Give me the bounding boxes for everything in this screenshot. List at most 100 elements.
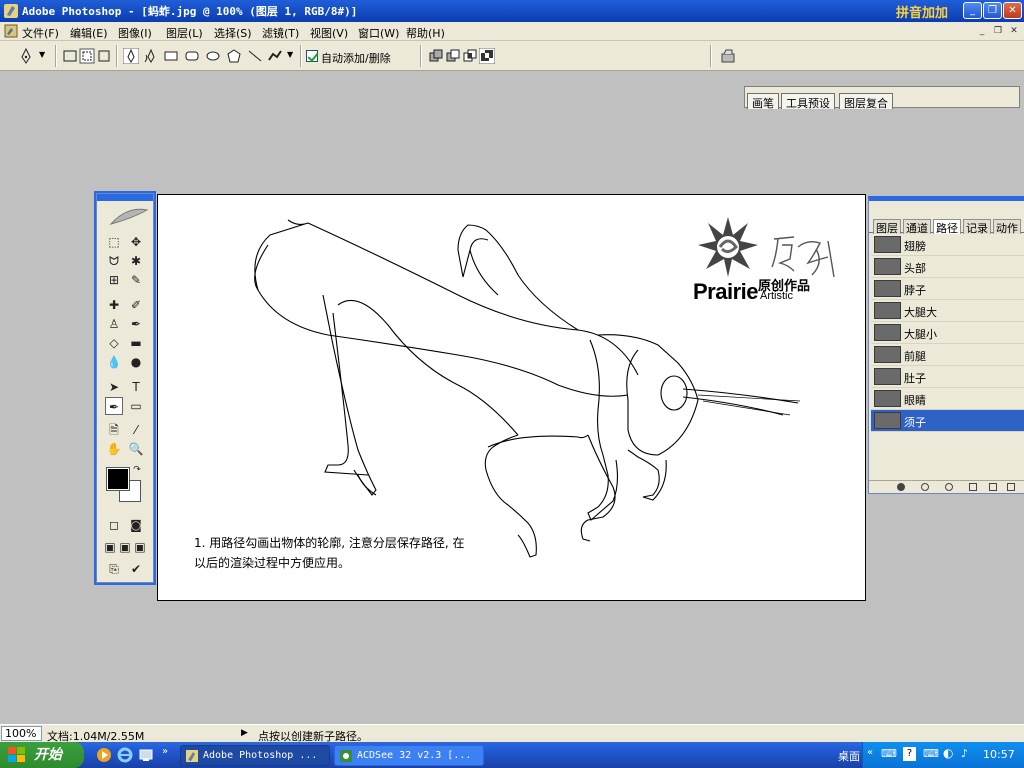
ie-icon[interactable]: [117, 747, 133, 763]
menu-file[interactable]: 文件(F): [22, 25, 59, 41]
pen-tool-preset-icon[interactable]: [18, 48, 34, 64]
intersect-path-area-icon[interactable]: [462, 48, 478, 64]
pen-icon[interactable]: [123, 48, 139, 64]
path-row[interactable]: 大腿大: [871, 300, 1024, 322]
path-row[interactable]: 头部: [871, 256, 1024, 278]
load-as-selection-icon[interactable]: [945, 483, 953, 491]
dodge-tool-icon[interactable]: ●: [127, 353, 145, 371]
doc-minimize-button[interactable]: _: [975, 25, 989, 38]
task-photoshop[interactable]: Adobe Photoshop ...: [180, 745, 330, 766]
magic-wand-icon[interactable]: ✱: [127, 252, 145, 270]
screen-mode-menu-icon[interactable]: ▣: [118, 538, 132, 556]
network-icon[interactable]: ⌨: [923, 747, 939, 760]
fill-pixels-icon[interactable]: [96, 48, 112, 64]
ellipse-icon[interactable]: [205, 48, 221, 64]
make-work-path-icon[interactable]: [969, 483, 977, 491]
doc-close-button[interactable]: ✕: [1007, 25, 1021, 38]
subtract-path-area-icon[interactable]: [445, 48, 461, 64]
screen-mode-full-icon[interactable]: ▣: [133, 538, 147, 556]
stroke-path-icon[interactable]: [921, 483, 929, 491]
minimize-button[interactable]: _: [963, 2, 982, 19]
path-selection-icon[interactable]: ➤: [105, 378, 123, 396]
status-arrow-icon[interactable]: ▶: [241, 728, 248, 738]
start-button[interactable]: 开始: [0, 742, 84, 768]
foreground-color-swatch[interactable]: [106, 467, 130, 491]
tray-chevron-icon[interactable]: «: [867, 747, 873, 758]
shape-layers-icon[interactable]: [62, 48, 78, 64]
quick-launch-chevron-icon[interactable]: »: [162, 746, 168, 757]
menu-window[interactable]: 窗口(W): [358, 25, 399, 41]
ime-indicator[interactable]: 拼音加加: [896, 2, 948, 21]
path-row[interactable]: 翅膀: [871, 234, 1024, 256]
path-row[interactable]: 眼睛: [871, 388, 1024, 410]
paths-mode-icon[interactable]: [79, 48, 95, 64]
pen-tool-icon[interactable]: ✒: [105, 397, 123, 415]
freeform-pen-icon[interactable]: [143, 48, 159, 64]
fill-path-icon[interactable]: [897, 483, 905, 491]
menu-filter[interactable]: 滤镜(T): [262, 25, 299, 41]
exclude-overlap-icon[interactable]: [479, 48, 495, 64]
delete-path-icon[interactable]: [1007, 483, 1015, 491]
marquee-tool-icon[interactable]: ⬚: [105, 233, 123, 251]
rounded-rectangle-icon[interactable]: [184, 48, 200, 64]
path-row-selected[interactable]: 须子: [871, 410, 1024, 432]
rectangle-tool-icon[interactable]: ▭: [127, 397, 145, 415]
volume-icon[interactable]: ♪: [961, 747, 968, 760]
maximize-button[interactable]: ❐: [983, 2, 1002, 19]
move-tool-icon[interactable]: ✥: [127, 233, 145, 251]
lasso-tool-icon[interactable]: ᗢ: [105, 252, 123, 270]
task-acdsee[interactable]: ACDSee 32 v2.3 [...: [334, 745, 484, 766]
close-button[interactable]: ✕: [1003, 2, 1022, 19]
eraser-icon[interactable]: ◇: [105, 334, 123, 352]
add-to-path-area-icon[interactable]: [428, 48, 444, 64]
show-desktop-icon[interactable]: [138, 747, 154, 763]
language-bar-icon[interactable]: ⌨: [881, 747, 897, 760]
jump-to-imageready-icon[interactable]: ⎘: [105, 560, 123, 578]
menu-select[interactable]: 选择(S): [214, 25, 252, 41]
connection-icon[interactable]: ◐: [943, 746, 953, 760]
zoom-field[interactable]: 100%: [1, 726, 42, 741]
blur-tool-icon[interactable]: 💧: [105, 353, 123, 371]
menu-image[interactable]: 图像(I): [118, 25, 152, 41]
clock[interactable]: 10:57: [983, 748, 1015, 761]
eyedropper-icon[interactable]: ⁄: [127, 421, 145, 439]
rectangle-shape-icon[interactable]: [163, 48, 179, 64]
menu-layer[interactable]: 图层(L): [166, 25, 203, 41]
imageready-check-icon[interactable]: ✔: [127, 560, 145, 578]
path-row[interactable]: 大腿小: [871, 322, 1024, 344]
brush-tool-icon[interactable]: ✐: [127, 296, 145, 314]
help-icon[interactable]: ?: [903, 747, 916, 761]
toolbox-header[interactable]: [97, 194, 153, 201]
preset-dropdown-arrow-icon[interactable]: ▼: [39, 50, 45, 59]
custom-shape-icon[interactable]: [267, 48, 283, 64]
slice-tool-icon[interactable]: ✎: [127, 271, 145, 289]
polygon-icon[interactable]: [226, 48, 242, 64]
well-tab-tool-presets[interactable]: 工具预设: [781, 93, 835, 110]
document-canvas[interactable]: Prairie 原创作品 Artistic 1. 用路径勾画出物体的轮廓, 注意…: [157, 194, 866, 601]
notes-tool-icon[interactable]: 🗎: [105, 421, 123, 439]
auto-add-delete-checkbox[interactable]: [306, 50, 318, 62]
path-row[interactable]: 前腿: [871, 344, 1024, 366]
healing-brush-icon[interactable]: ✚: [105, 296, 123, 314]
menu-view[interactable]: 视图(V): [310, 25, 348, 41]
hand-tool-icon[interactable]: ✋: [105, 440, 123, 458]
shape-dropdown-arrow-icon[interactable]: ▼: [287, 50, 293, 59]
type-tool-icon[interactable]: T: [127, 378, 145, 396]
path-row[interactable]: 脖子: [871, 278, 1024, 300]
swap-colors-icon[interactable]: ↷: [131, 464, 143, 476]
well-tab-brushes[interactable]: 画笔: [747, 93, 779, 110]
gradient-tool-icon[interactable]: ▬: [127, 334, 145, 352]
doc-restore-button[interactable]: ❐: [991, 25, 1005, 38]
file-browser-icon[interactable]: [720, 48, 736, 64]
path-row[interactable]: 肚子: [871, 366, 1024, 388]
feather-logo-icon[interactable]: [109, 204, 149, 226]
menu-edit[interactable]: 编辑(E): [70, 25, 108, 41]
zoom-tool-icon[interactable]: 🔍: [127, 440, 145, 458]
quick-mask-icon[interactable]: ◙: [127, 516, 145, 534]
screen-mode-standard-icon[interactable]: ▣: [103, 538, 117, 556]
history-brush-icon[interactable]: ✒: [127, 315, 145, 333]
menu-help[interactable]: 帮助(H): [406, 25, 445, 41]
crop-tool-icon[interactable]: ⊞: [105, 271, 123, 289]
document-icon[interactable]: [4, 24, 18, 38]
clone-stamp-icon[interactable]: ♙: [105, 315, 123, 333]
